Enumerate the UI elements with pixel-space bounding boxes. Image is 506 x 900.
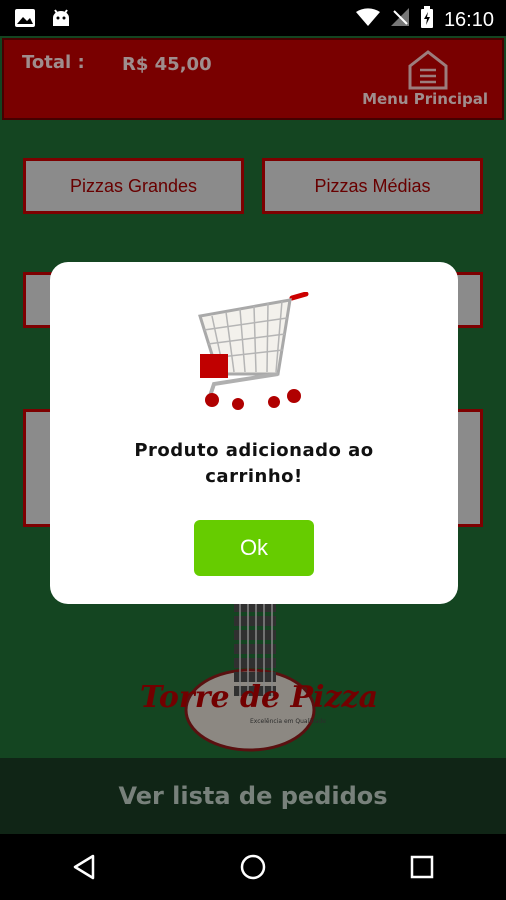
android-icon [50, 8, 72, 32]
wifi-icon [355, 7, 380, 33]
clock-time: 16:10 [443, 8, 494, 31]
status-bar: 16:10 [0, 0, 506, 36]
recents-button[interactable] [392, 837, 452, 897]
added-to-cart-dialog: Produto adicionado ao carrinho! Ok [50, 262, 458, 604]
ok-button[interactable]: Ok [194, 520, 314, 576]
image-icon [14, 8, 36, 32]
dialog-message-line2: carrinho! [205, 466, 303, 487]
recents-icon [410, 855, 433, 879]
system-nav-bar [0, 834, 506, 900]
battery-icon [420, 6, 434, 34]
no-signal-icon [390, 7, 410, 33]
back-icon [74, 854, 95, 880]
back-button[interactable] [54, 837, 114, 897]
home-button[interactable] [223, 837, 283, 897]
shopping-cart-icon [192, 291, 316, 412]
dialog-message-line1: Produto adicionado ao [134, 440, 374, 461]
dialog-message: Produto adicionado ao carrinho! [50, 438, 458, 490]
home-circle-icon [240, 854, 266, 880]
